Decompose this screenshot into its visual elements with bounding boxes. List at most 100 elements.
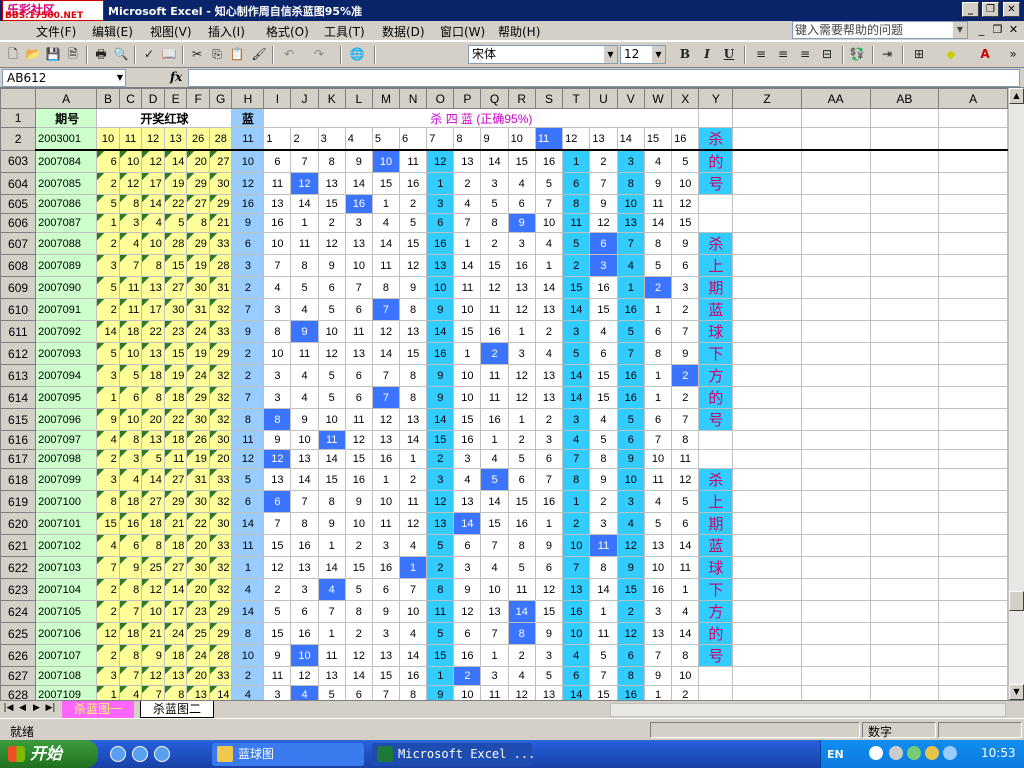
cell[interactable]: [800, 364, 871, 387]
cell[interactable]: [732, 194, 802, 214]
kill-note-cell[interactable]: 下: [698, 578, 734, 601]
kill-number-cell[interactable]: 9: [290, 320, 319, 343]
kill-number-cell[interactable]: 8: [507, 622, 536, 645]
period-cell[interactable]: 2007102: [35, 534, 98, 557]
red-ball-cell[interactable]: 20: [186, 578, 210, 601]
red-ball-cell[interactable]: 23: [186, 600, 210, 623]
kill-number-cell[interactable]: 2: [589, 490, 618, 513]
kill-number-cell[interactable]: 1: [643, 364, 673, 387]
font-size-select[interactable]: 12 ▼: [620, 45, 666, 64]
kill-number-cell[interactable]: 15: [263, 534, 292, 557]
kill-number-cell[interactable]: 11: [480, 685, 509, 700]
kill-number-cell[interactable]: 14: [562, 685, 591, 700]
cell[interactable]: [800, 320, 871, 343]
kill-number-cell[interactable]: 15: [371, 666, 401, 686]
blue-ball-cell[interactable]: 6: [231, 490, 265, 513]
period-cell[interactable]: 2007106: [35, 622, 98, 645]
kill-number-cell[interactable]: 11: [371, 254, 401, 277]
kill-number-cell[interactable]: 5: [534, 172, 564, 195]
red-ball-cell[interactable]: 10: [141, 232, 165, 255]
kill-number-cell[interactable]: 2: [671, 298, 700, 321]
red-ball-cell[interactable]: 4: [118, 685, 143, 700]
kill-number-cell[interactable]: 1: [507, 408, 536, 431]
cell[interactable]: [938, 685, 1008, 700]
kill-number-cell[interactable]: 3: [290, 578, 319, 601]
red-ball-cell[interactable]: 13: [186, 685, 210, 700]
cell[interactable]: [869, 644, 940, 667]
kill-number-cell[interactable]: 3: [371, 622, 401, 645]
red-ball-cell[interactable]: 6: [118, 386, 143, 409]
cell[interactable]: [869, 127, 940, 151]
column-header[interactable]: E: [163, 88, 188, 109]
red-ball-cell[interactable]: 23: [163, 320, 188, 343]
red-ball-cell[interactable]: 30: [186, 408, 210, 431]
font-name-select[interactable]: 宋体 ▼: [468, 45, 618, 64]
cell[interactable]: [800, 430, 871, 450]
kill-number-cell[interactable]: 2: [534, 320, 564, 343]
kill-number-cell[interactable]: 16: [616, 386, 645, 409]
kill-number-cell[interactable]: 13: [399, 408, 428, 431]
kill-number-cell[interactable]: 6: [453, 622, 482, 645]
kill-number-cell[interactable]: 2: [480, 342, 509, 365]
kill-number-cell[interactable]: 9: [344, 490, 373, 513]
red-ball-cell[interactable]: 3: [96, 254, 120, 277]
kill-number-cell[interactable]: 5: [562, 342, 591, 365]
kill-number-cell[interactable]: 4: [290, 364, 319, 387]
kill-number-cell[interactable]: 12: [344, 644, 373, 667]
kill-number-cell[interactable]: 7: [290, 149, 319, 173]
kill-note-cell[interactable]: 杀: [698, 232, 734, 255]
red-ball-cell[interactable]: 19: [163, 364, 188, 387]
kill-number-cell[interactable]: 6: [643, 408, 673, 431]
period-cell[interactable]: 2007089: [35, 254, 98, 277]
column-header[interactable]: I: [263, 88, 292, 109]
red-ball-cell[interactable]: 2: [96, 232, 120, 255]
column-header[interactable]: Z: [732, 88, 802, 109]
kill-number-cell[interactable]: 1: [562, 149, 591, 173]
red-ball-cell[interactable]: 18: [141, 512, 165, 535]
kill-number-cell[interactable]: 1: [317, 622, 346, 645]
kill-number-cell[interactable]: 2: [344, 622, 373, 645]
red-ball-cell[interactable]: 14: [96, 320, 120, 343]
cell[interactable]: [732, 276, 802, 299]
kill-number-cell[interactable]: 8: [399, 364, 428, 387]
row-number[interactable]: 616: [0, 430, 37, 450]
cell[interactable]: [800, 127, 871, 151]
red-ball-cell[interactable]: 15: [163, 254, 188, 277]
ie-icon[interactable]: [110, 746, 126, 762]
cell[interactable]: [938, 600, 1008, 623]
kill-number-cell[interactable]: 2: [399, 468, 428, 491]
blue-ball-cell[interactable]: 2: [231, 342, 265, 365]
kill-number-cell[interactable]: 4: [507, 666, 536, 686]
kill-number-cell[interactable]: 13: [263, 194, 292, 214]
kill-number-cell[interactable]: 14: [371, 232, 401, 255]
kill-number-cell[interactable]: 9: [589, 194, 618, 214]
red-ball-cell[interactable]: 25: [141, 556, 165, 579]
kill-number-cell[interactable]: 15: [453, 408, 482, 431]
kill-number-cell[interactable]: 13: [616, 213, 645, 233]
kill-number-cell[interactable]: 13: [643, 534, 673, 557]
red-ball-cell[interactable]: 33: [208, 232, 233, 255]
kill-number-cell[interactable]: 5: [616, 320, 645, 343]
kill-number-cell[interactable]: 15: [480, 254, 509, 277]
cell[interactable]: [732, 512, 802, 535]
kill-number-cell[interactable]: 2: [643, 276, 673, 299]
kill-number-cell[interactable]: 15: [399, 342, 428, 365]
blue-ball-cell[interactable]: 14: [231, 512, 265, 535]
kill-number-cell[interactable]: 14: [317, 556, 346, 579]
print-preview-icon[interactable]: 🔍: [112, 46, 130, 63]
red-ball-cell[interactable]: 10: [141, 600, 165, 623]
cell[interactable]: [800, 232, 871, 255]
cell[interactable]: [800, 600, 871, 623]
kill-number-cell[interactable]: 9: [616, 449, 645, 469]
kill-number-cell[interactable]: 16: [589, 276, 618, 299]
kill-note-cell[interactable]: 球: [698, 556, 734, 579]
kill-number-cell[interactable]: 1: [562, 490, 591, 513]
kill-number-cell[interactable]: 11: [263, 172, 292, 195]
blue-ball-cell[interactable]: 9: [231, 320, 265, 343]
media-player-icon[interactable]: [132, 746, 148, 762]
period-cell[interactable]: 2007086: [35, 194, 98, 214]
kill-number-cell[interactable]: 15: [426, 430, 455, 450]
cell[interactable]: [698, 108, 734, 128]
kill-number-cell[interactable]: 4: [643, 149, 673, 173]
red-ball-cell[interactable]: 28: [208, 644, 233, 667]
